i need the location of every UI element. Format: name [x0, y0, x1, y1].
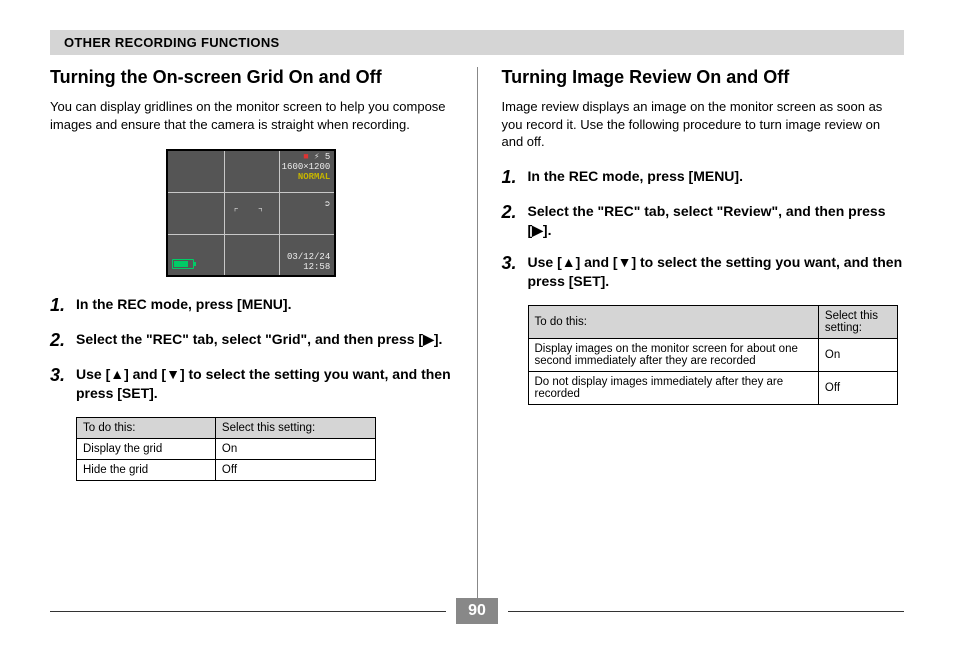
step-text: In the REC mode, press [MENU]. — [76, 295, 453, 314]
memory-icon: ➲ — [324, 199, 330, 211]
table-header-row: To do this: Select this setting: — [77, 417, 376, 438]
table-cell: Do not display images immediately after … — [528, 372, 818, 405]
table-header: Select this setting: — [818, 306, 897, 339]
step-item: 1 In the REC mode, press [MENU]. — [502, 167, 905, 188]
gridline-vertical — [279, 151, 280, 275]
step-number: 1 — [502, 167, 528, 188]
header-title: OTHER RECORDING FUNCTIONS — [64, 35, 890, 50]
right-settings-table: To do this: Select this setting: Display… — [528, 305, 898, 405]
camera-quality: NORMAL — [282, 173, 331, 183]
step-text: Select the "REC" tab, select "Review", a… — [528, 202, 905, 240]
camera-top-readout: ■ ⚡ 5 1600×1200 NORMAL — [282, 153, 331, 183]
right-intro: Image review displays an image on the mo… — [502, 98, 905, 151]
gridline-horizontal — [168, 234, 334, 235]
gridline-vertical — [224, 151, 225, 275]
left-settings-table: To do this: Select this setting: Display… — [76, 417, 376, 481]
camera-preview-wrap: ⌜ ⌝ ■ ⚡ 5 1600×1200 NORMAL ➲ 03/12/24 12… — [50, 149, 453, 277]
right-heading: Turning Image Review On and Off — [502, 67, 905, 88]
step-number: 3 — [502, 253, 528, 274]
page-footer: 90 — [50, 598, 904, 624]
table-row: Display images on the monitor screen for… — [528, 339, 897, 372]
table-header: Select this setting: — [215, 417, 375, 438]
table-row: Display the grid On — [77, 438, 376, 459]
table-row: Hide the grid Off — [77, 459, 376, 480]
left-column: Turning the On-screen Grid On and Off Yo… — [50, 67, 453, 607]
gridline-horizontal — [168, 192, 334, 193]
footer-rule — [50, 611, 446, 612]
table-cell: Hide the grid — [77, 459, 216, 480]
camera-time: 12:58 — [287, 263, 330, 273]
page-number: 90 — [456, 598, 498, 624]
table-cell: Display the grid — [77, 438, 216, 459]
table-cell: On — [818, 339, 897, 372]
step-number: 1 — [50, 295, 76, 316]
header-bar: OTHER RECORDING FUNCTIONS — [50, 30, 904, 55]
table-header: To do this: — [528, 306, 818, 339]
table-row: Do not display images immediately after … — [528, 372, 897, 405]
page-columns: Turning the On-screen Grid On and Off Yo… — [50, 67, 904, 607]
step-item: 2 Select the "REC" tab, select "Grid", a… — [50, 330, 453, 351]
table-cell: Off — [215, 459, 375, 480]
step-number: 2 — [502, 202, 528, 223]
right-steps: 1 In the REC mode, press [MENU]. 2 Selec… — [502, 167, 905, 292]
left-steps: 1 In the REC mode, press [MENU]. 2 Selec… — [50, 295, 453, 403]
step-item: 3 Use [▲] and [▼] to select the setting … — [50, 365, 453, 403]
left-intro: You can display gridlines on the monitor… — [50, 98, 453, 133]
camera-datetime: 03/12/24 12:58 — [287, 253, 330, 273]
step-number: 2 — [50, 330, 76, 351]
step-item: 1 In the REC mode, press [MENU]. — [50, 295, 453, 316]
table-header: To do this: — [77, 417, 216, 438]
flash-icon: ⚡ — [314, 152, 319, 162]
step-text: In the REC mode, press [MENU]. — [528, 167, 905, 186]
record-icon: ■ — [303, 152, 308, 162]
camera-preview: ⌜ ⌝ ■ ⚡ 5 1600×1200 NORMAL ➲ 03/12/24 12… — [166, 149, 336, 277]
left-heading: Turning the On-screen Grid On and Off — [50, 67, 453, 88]
step-text: Use [▲] and [▼] to select the setting yo… — [76, 365, 453, 403]
right-column: Turning Image Review On and Off Image re… — [502, 67, 905, 607]
step-number: 3 — [50, 365, 76, 386]
step-item: 3 Use [▲] and [▼] to select the setting … — [502, 253, 905, 291]
table-header-row: To do this: Select this setting: — [528, 306, 897, 339]
step-text: Use [▲] and [▼] to select the setting yo… — [528, 253, 905, 291]
focus-brackets-icon: ⌜ ⌝ — [233, 207, 269, 219]
table-cell: Off — [818, 372, 897, 405]
battery-icon — [172, 259, 194, 269]
column-divider — [477, 67, 478, 607]
step-text: Select the "REC" tab, select "Grid", and… — [76, 330, 453, 349]
footer-rule — [508, 611, 904, 612]
table-cell: On — [215, 438, 375, 459]
table-cell: Display images on the monitor screen for… — [528, 339, 818, 372]
shot-count: 5 — [325, 152, 330, 162]
step-item: 2 Select the "REC" tab, select "Review",… — [502, 202, 905, 240]
